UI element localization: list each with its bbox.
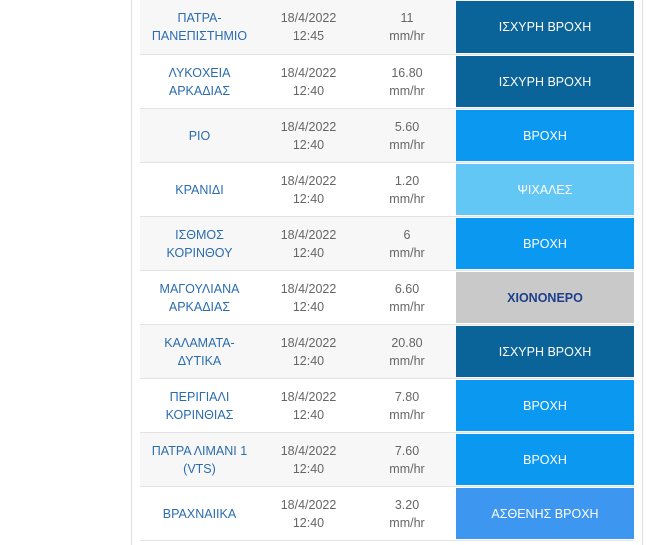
table-row: ΠΕΡΙΓΙΑΛΙ ΚΟΡΙΝΘΙΑΣ 18/4/2022 12:40 7.80 mm… xyxy=(140,379,634,433)
timestamp-cell: 18/4/2022 12:40 xyxy=(280,281,337,314)
rain-rate-cell: 11 mm/hr xyxy=(389,11,425,43)
table-row: ΚΑΛΑΜΑΤΑ- ΔΥΤΙΚΑ 18/4/2022 12:40 20.80 mm/h… xyxy=(140,325,634,379)
timestamp-cell: 18/4/2022 12:40 xyxy=(280,173,337,206)
timestamp-cell: 18/4/2022 12:40 xyxy=(280,227,337,260)
rain-rate-cell: 5.60 mm/hr xyxy=(389,119,425,152)
station-link[interactable]: ΛΥΚΟΧΕΙΑ ΑΡΚΑΔΙΑΣ xyxy=(140,55,259,108)
rain-rate-cell: 7.60 mm/hr xyxy=(389,443,425,476)
rain-rate-cell: 16.80 mm/hr xyxy=(389,65,425,98)
table-row: ΙΣΘΜΟΣ ΚΟΡΙΝΘΟΥ 18/4/2022 12:40 6 mm/hr ΒΡΟ… xyxy=(140,217,634,271)
page: ΠΑΤΡΑ- ΠΑΝΕΠΙΣΤΗΜΙΟ 18/4/2022 12:45 11 mm/h… xyxy=(0,0,658,545)
rain-rate-cell: 6 mm/hr xyxy=(389,227,425,260)
left-column-divider xyxy=(131,0,132,545)
table-row: ΛΥΚΟΧΕΙΑ ΑΡΚΑΔΙΑΣ 18/4/2022 12:40 16.80 mm/… xyxy=(140,55,634,109)
timestamp-cell: 18/4/2022 12:40 xyxy=(280,119,337,152)
station-link[interactable]: ΠΑΤΡΑ ΛΙΜΑΝΙ 1 (VTS) xyxy=(140,433,259,486)
timestamp-cell: 18/4/2022 12:40 xyxy=(280,497,337,530)
status-badge: ΒΡΟΧΗ xyxy=(456,380,634,431)
table-row: ΡΙΟ 18/4/2022 12:40 5.60 mm/hr ΒΡΟΧΗ xyxy=(140,109,634,163)
status-badge: ΙΣΧΥΡΗ ΒΡΟΧΗ xyxy=(456,1,634,53)
status-badge: ΙΣΧΥΡΗ ΒΡΟΧΗ xyxy=(456,56,634,107)
station-link[interactable]: ΙΣΘΜΟΣ ΚΟΡΙΝΘΟΥ xyxy=(140,217,259,270)
timestamp-cell: 18/4/2022 12:40 xyxy=(280,65,337,98)
timestamp-cell: 18/4/2022 12:40 xyxy=(280,443,337,476)
right-column-divider xyxy=(642,0,643,545)
rain-rate-cell: 7.80 mm/hr xyxy=(389,389,425,422)
timestamp-cell: 18/4/2022 12:45 xyxy=(280,11,337,43)
station-link[interactable]: ΚΡΑΝΙΔΙ xyxy=(140,163,259,216)
rain-rate-cell: 6.60 mm/hr xyxy=(389,281,425,314)
rainfall-table: ΠΑΤΡΑ- ΠΑΝΕΠΙΣΤΗΜΙΟ 18/4/2022 12:45 11 mm/h… xyxy=(140,0,634,541)
timestamp-cell: 18/4/2022 12:40 xyxy=(280,335,337,368)
table-row: ΠΑΤΡΑ ΛΙΜΑΝΙ 1 (VTS) 18/4/2022 12:40 7.60 m… xyxy=(140,433,634,487)
status-badge: ΑΣΘΕΝΗΣ ΒΡΟΧΗ xyxy=(456,488,634,539)
timestamp-cell: 18/4/2022 12:40 xyxy=(280,389,337,422)
table-row: ΠΑΤΡΑ- ΠΑΝΕΠΙΣΤΗΜΙΟ 18/4/2022 12:45 11 mm/h… xyxy=(140,0,634,55)
table-row: ΒΡΑΧΝΑΙΙΚΑ 18/4/2022 12:40 3.20 mm/hr ΑΣΘΕ… xyxy=(140,487,634,541)
station-link[interactable]: ΡΙΟ xyxy=(140,109,259,162)
rain-rate-cell: 1.20 mm/hr xyxy=(389,173,425,206)
status-badge: ΨΙΧΑΛΕΣ xyxy=(456,164,634,215)
table-row: ΜΑΓΟΥΛΙΑΝΑ ΑΡΚΑΔΙΑΣ 18/4/2022 12:40 6.60 mm… xyxy=(140,271,634,325)
status-badge: ΒΡΟΧΗ xyxy=(456,434,634,485)
status-badge: ΧΙΟΝΟΝΕΡΟ xyxy=(456,272,634,323)
station-link[interactable]: ΠΑΤΡΑ- ΠΑΝΕΠΙΣΤΗΜΙΟ xyxy=(140,0,259,54)
station-link[interactable]: ΒΡΑΧΝΑΙΙΚΑ xyxy=(140,487,259,540)
status-badge: ΙΣΧΥΡΗ ΒΡΟΧΗ xyxy=(456,326,634,377)
station-link[interactable]: ΚΑΛΑΜΑΤΑ- ΔΥΤΙΚΑ xyxy=(140,325,259,378)
station-link[interactable]: ΠΕΡΙΓΙΑΛΙ ΚΟΡΙΝΘΙΑΣ xyxy=(140,379,259,432)
station-link[interactable]: ΜΑΓΟΥΛΙΑΝΑ ΑΡΚΑΔΙΑΣ xyxy=(140,271,259,324)
table-row: ΚΡΑΝΙΔΙ 18/4/2022 12:40 1.20 mm/hr ΨΙΧΑΛΕΣ xyxy=(140,163,634,217)
status-badge: ΒΡΟΧΗ xyxy=(456,218,634,269)
rain-rate-cell: 3.20 mm/hr xyxy=(389,497,425,530)
rain-rate-cell: 20.80 mm/hr xyxy=(389,335,425,368)
status-badge: ΒΡΟΧΗ xyxy=(456,110,634,161)
